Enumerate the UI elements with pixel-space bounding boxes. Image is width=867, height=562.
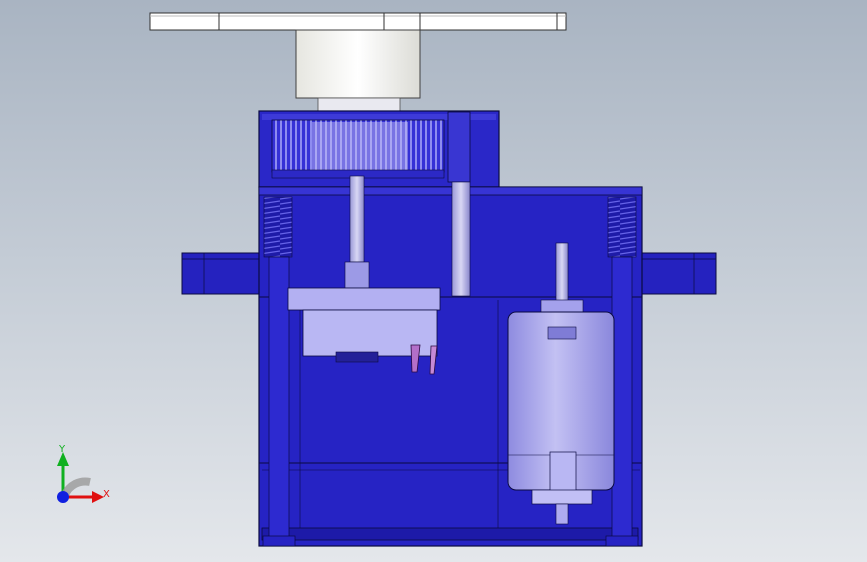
servo-horn[interactable] bbox=[149, 12, 567, 31]
mounting-flange-right[interactable] bbox=[629, 252, 717, 295]
output-gear[interactable] bbox=[271, 111, 471, 183]
3d-viewport[interactable]: X Y bbox=[0, 0, 867, 562]
mounting-flange-left[interactable] bbox=[181, 252, 269, 295]
servo-model[interactable]: X Y bbox=[0, 0, 867, 562]
x-axis-label: X bbox=[103, 489, 110, 500]
y-axis-label: Y bbox=[58, 444, 66, 455]
output-hub[interactable] bbox=[295, 29, 421, 113]
axis-triad: X Y bbox=[57, 444, 110, 503]
z-axis-dot-icon bbox=[57, 491, 69, 503]
